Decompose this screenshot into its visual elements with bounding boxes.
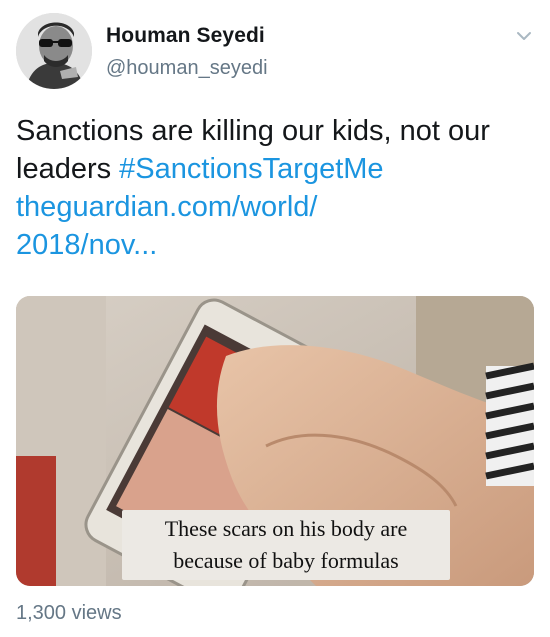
video-thumbnail[interactable]: These scars on his body are because of b… <box>16 296 534 586</box>
hashtag-link[interactable]: #SanctionsTargetMe <box>119 153 383 185</box>
caption-line-2: because of baby formulas <box>173 548 399 573</box>
avatar-image <box>16 13 92 89</box>
tweet-card: Houman Seyedi @houman_seyedi Sanctions a… <box>0 0 550 637</box>
tweet-text: Sanctions are killing our kids, not our … <box>16 112 536 264</box>
chevron-down-icon[interactable] <box>514 26 534 46</box>
url-link-line-1[interactable]: theguardian.com/world/ <box>16 188 536 226</box>
url-link-line-2[interactable]: 2018/nov... <box>16 226 536 264</box>
avatar[interactable] <box>16 13 92 89</box>
author-info: Houman Seyedi @houman_seyedi <box>106 23 268 81</box>
caption-line-1: These scars on his body are <box>164 516 408 541</box>
handle[interactable]: @houman_seyedi <box>106 55 268 81</box>
video-caption: These scars on his body are because of b… <box>122 510 450 580</box>
display-name[interactable]: Houman Seyedi <box>106 23 268 49</box>
view-count: 1,300 views <box>16 602 122 624</box>
